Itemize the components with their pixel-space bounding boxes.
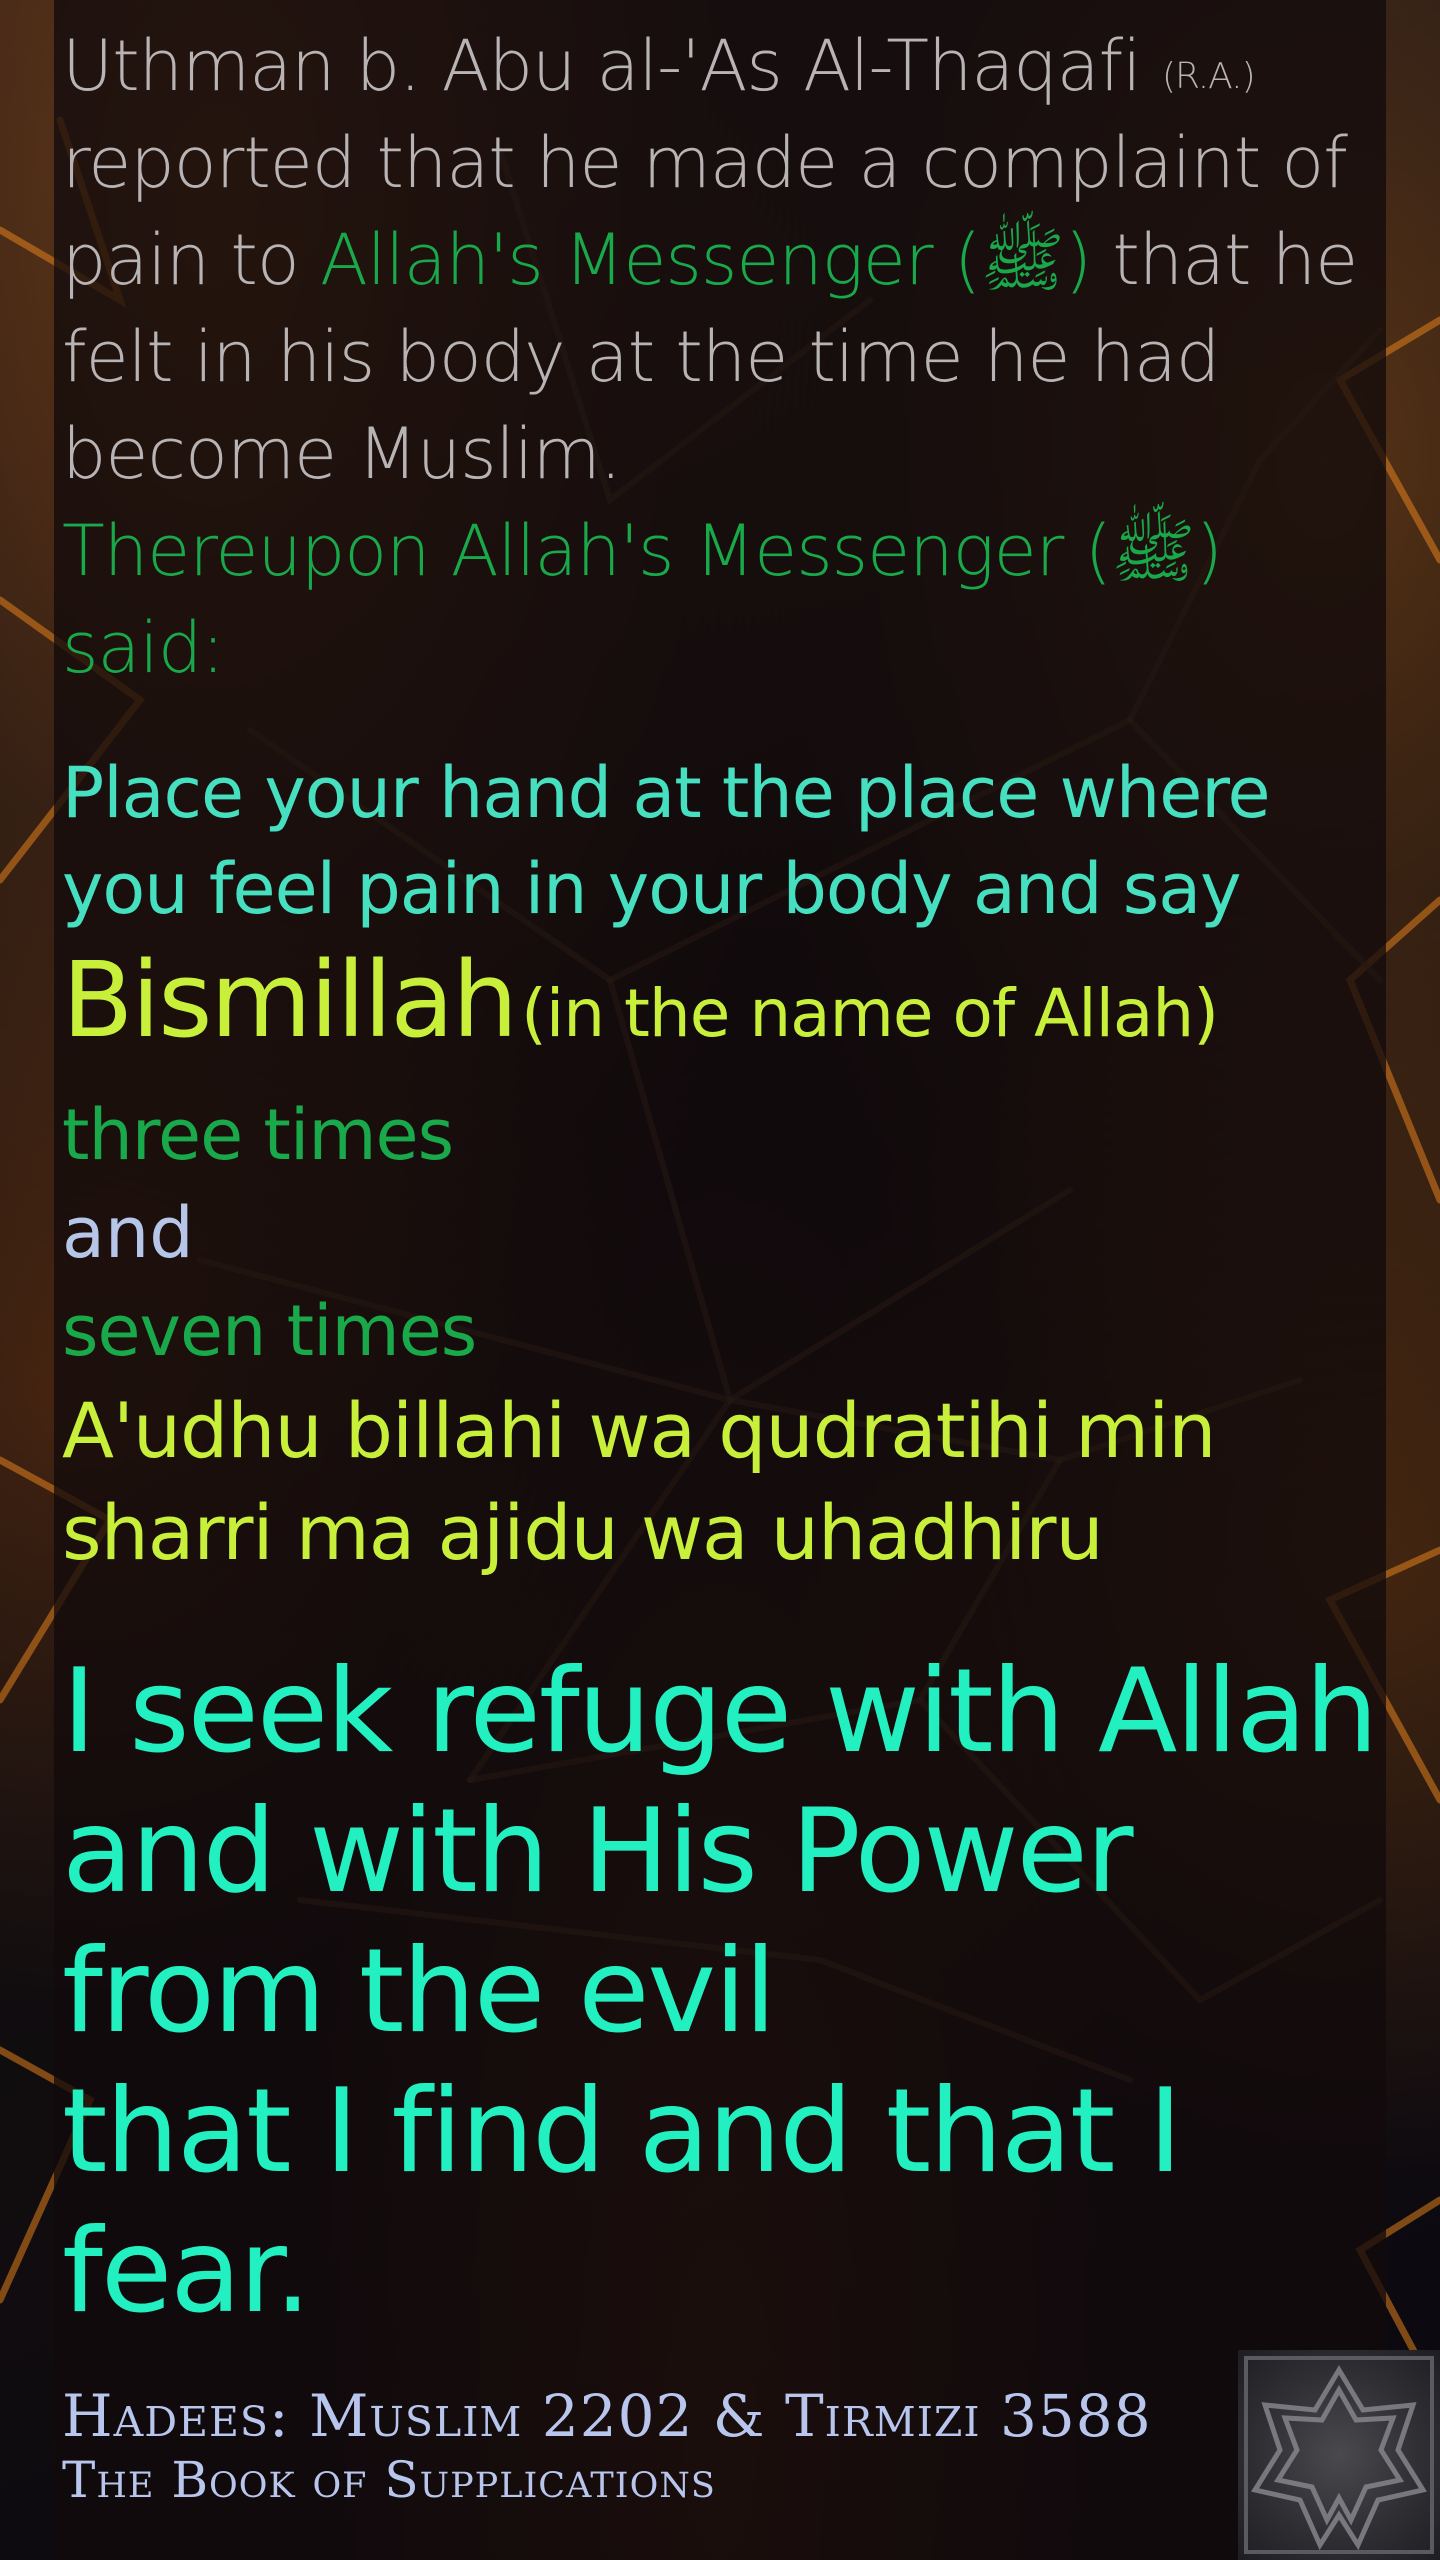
bismillah-line: Bismillah (in the name of Allah) (62, 945, 1382, 1086)
count-three-times: three times (62, 1094, 454, 1176)
reference-source: Hadees: Muslim 2202 & Tirmizi 3588 (62, 2382, 1152, 2450)
bismillah-translation: (in the name of Allah) (521, 975, 1219, 1052)
meaning-line-3: from the evil (62, 1924, 777, 2059)
reference-book: The Book of Supplications (62, 2451, 716, 2509)
geometric-star-icon (1238, 2350, 1440, 2560)
bismillah-word: Bismillah (62, 939, 518, 1061)
page: Uthman b. Abu al-'As Al-Thaqafi (R.A.) r… (0, 0, 1440, 2560)
count-seven-times: seven times (62, 1290, 477, 1372)
narrator-honorific: (R.A.) (1161, 56, 1256, 97)
instruction-text: Place your hand at the place where you f… (62, 752, 1271, 930)
hadith-reference: Hadees: Muslim 2202 & Tirmizi 3588 The B… (62, 2380, 1202, 2508)
supplication-transliteration: A'udhu billahi wa qudratihi min sharri m… (62, 1386, 1216, 1577)
hadith-intro: Uthman b. Abu al-'As Al-Thaqafi (R.A.) r… (62, 18, 1382, 697)
hadith-content: Uthman b. Abu al-'As Al-Thaqafi (R.A.) r… (62, 18, 1382, 2342)
messenger-mention: Allah's Messenger (ﷺ) (319, 219, 1092, 301)
thereupon-said: Thereupon Allah's Messenger (ﷺ) said: (62, 510, 1223, 689)
conjunction-and: and (62, 1192, 194, 1274)
narrator-name: Uthman b. Abu al-'As Al-Thaqafi (62, 25, 1142, 107)
meaning-line-1: I seek refuge with Allah (62, 1644, 1378, 1779)
meaning-line-2: and with His Power (62, 1784, 1134, 1919)
supplication-meaning: I seek refuge with Allah and with His Po… (62, 1642, 1382, 2342)
meaning-line-4: that I find and that I fear. (62, 2064, 1182, 2339)
